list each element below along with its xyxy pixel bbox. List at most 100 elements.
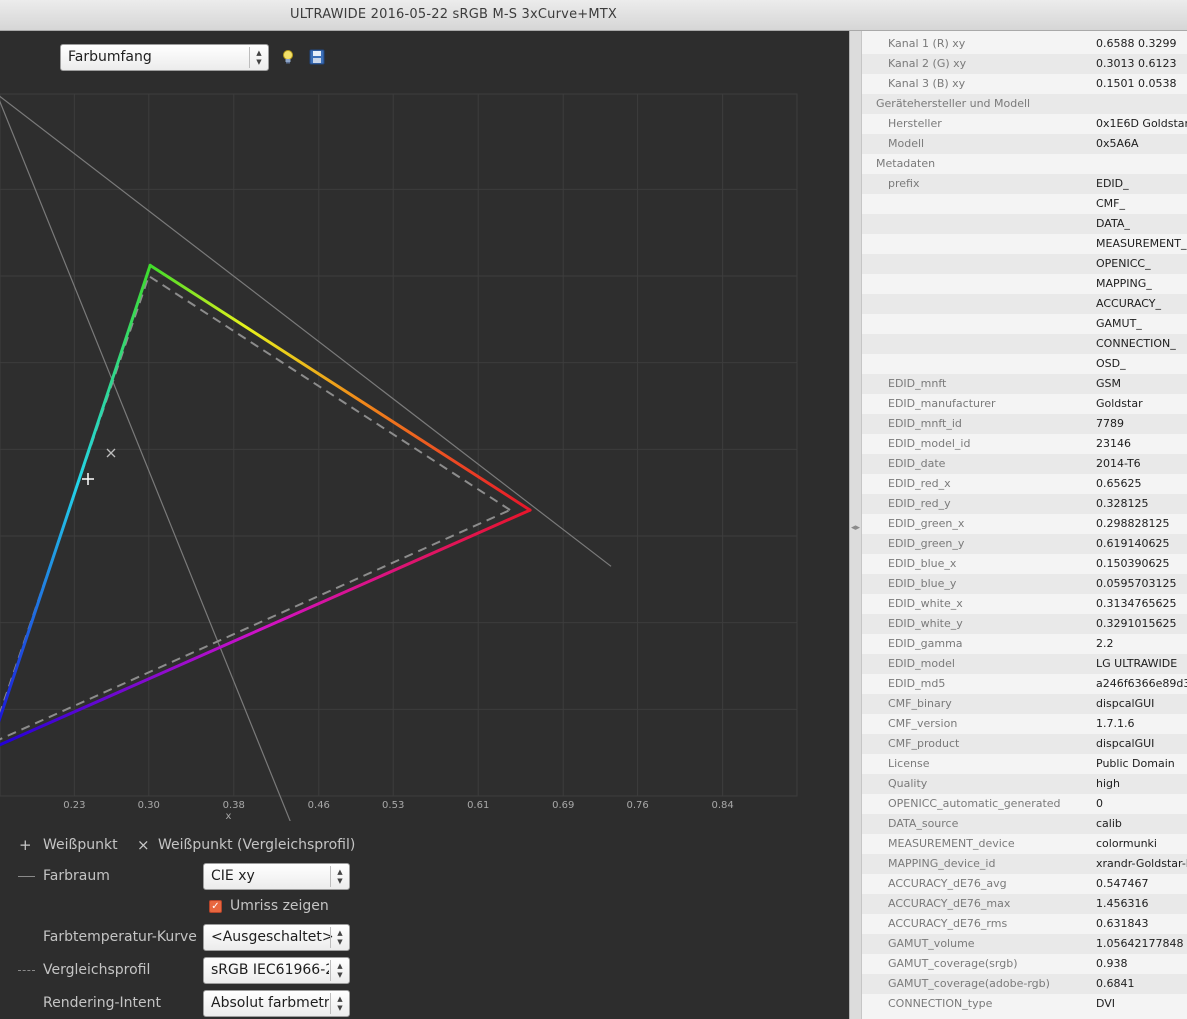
x-axis-label: x <box>226 811 232 821</box>
x-tick-label: 0.61 <box>467 800 489 811</box>
info-key: EDID_blue_x <box>888 557 957 570</box>
info-row[interactable]: EDID_blue_y 0.0595703125 <box>862 574 1187 594</box>
info-row[interactable]: GAMUT_coverage(srgb) 0.938 <box>862 954 1187 974</box>
outline-checkbox[interactable]: ✓ <box>209 900 222 913</box>
info-value: 7789 <box>1096 417 1124 430</box>
info-row[interactable]: EDID_green_x 0.298828125 <box>862 514 1187 534</box>
info-value: 2014-T6 <box>1096 457 1141 470</box>
info-value: 0.0595703125 <box>1096 577 1177 590</box>
info-key: ACCURACY_dE76_avg <box>888 877 1007 890</box>
info-row[interactable]: DATA_source calib <box>862 814 1187 834</box>
info-row[interactable]: EDID_red_y 0.328125 <box>862 494 1187 514</box>
info-row[interactable]: MEASUREMENT_device colormunki <box>862 834 1187 854</box>
rendering-intent-select-value: Absolut farbmetr <box>211 995 329 1011</box>
info-row[interactable]: ACCURACY_dE76_max 1.456316 <box>862 894 1187 914</box>
colorspace-select[interactable]: CIE xy ▲ ▼ <box>203 863 350 890</box>
info-key: GAMUT_volume <box>888 937 975 950</box>
info-row[interactable]: Kanal 1 (R) xy 0.6588 0.3299 <box>862 34 1187 54</box>
info-row[interactable]: CMF_binary dispcalGUI <box>862 694 1187 714</box>
info-row[interactable]: MEASUREMENT_ <box>862 234 1187 254</box>
colorspace-legend-line <box>18 876 35 877</box>
info-row[interactable]: CONNECTION_ <box>862 334 1187 354</box>
info-row[interactable]: EDID_md5 a246f6366e89d3 <box>862 674 1187 694</box>
info-row[interactable]: CMF_ <box>862 194 1187 214</box>
info-row[interactable]: EDID_model LG ULTRAWIDE <box>862 654 1187 674</box>
info-row[interactable]: MAPPING_device_id xrandr-Goldstar-L <box>862 854 1187 874</box>
info-row[interactable]: EDID_white_x 0.3134765625 <box>862 594 1187 614</box>
rendering-intent-select[interactable]: Absolut farbmetr ▲ ▼ <box>203 990 350 1017</box>
info-key: GAMUT_coverage(srgb) <box>888 957 1018 970</box>
info-row[interactable]: License Public Domain <box>862 754 1187 774</box>
info-row[interactable]: EDID_gamma 2.2 <box>862 634 1187 654</box>
info-value: 0.3134765625 <box>1096 597 1177 610</box>
info-row[interactable]: GAMUT_volume 1.05642177848 <box>862 934 1187 954</box>
comparison-legend-dashed-line <box>18 970 35 971</box>
panel-splitter[interactable]: ◂▸ <box>849 31 862 1019</box>
info-row[interactable]: Kanal 2 (G) xy 0.3013 0.6123 <box>862 54 1187 74</box>
info-row[interactable]: ACCURACY_dE76_avg 0.547467 <box>862 874 1187 894</box>
info-row[interactable]: OPENICC_automatic_generated 0 <box>862 794 1187 814</box>
x-tick-label: 0.84 <box>711 800 733 811</box>
info-value: EDID_ <box>1096 177 1129 190</box>
info-value: 0.631843 <box>1096 917 1149 930</box>
info-row[interactable]: prefix EDID_ <box>862 174 1187 194</box>
comparison-profile-select-value: sRGB IEC61966-2. <box>211 962 329 978</box>
info-row[interactable]: EDID_red_x 0.65625 <box>862 474 1187 494</box>
info-row[interactable]: Metadaten <box>862 154 1187 174</box>
info-key: EDID_green_x <box>888 517 965 530</box>
info-value: Goldstar <box>1096 397 1143 410</box>
info-row[interactable]: EDID_green_y 0.619140625 <box>862 534 1187 554</box>
info-key: CMF_version <box>888 717 958 730</box>
info-row[interactable]: EDID_blue_x 0.150390625 <box>862 554 1187 574</box>
info-row[interactable]: ACCURACY_dE76_rms 0.631843 <box>862 914 1187 934</box>
info-key: EDID_mnft <box>888 377 947 390</box>
whitepoint-ref-legend-symbol: × <box>137 836 150 854</box>
info-row[interactable]: EDID_white_y 0.3291015625 <box>862 614 1187 634</box>
info-value: 0.619140625 <box>1096 537 1170 550</box>
info-value: CONNECTION_ <box>1096 337 1176 350</box>
info-row[interactable]: Kanal 3 (B) xy 0.1501 0.0538 <box>862 74 1187 94</box>
info-value: 0 <box>1096 797 1103 810</box>
chevron-updown-icon: ▲ ▼ <box>330 960 349 981</box>
info-value: OSD_ <box>1096 357 1126 370</box>
info-key: EDID_white_x <box>888 597 963 610</box>
info-row[interactable]: EDID_mnft_id 7789 <box>862 414 1187 434</box>
temperature-curve-select[interactable]: <Ausgeschaltet> ▲ ▼ <box>203 924 350 951</box>
info-row[interactable]: Modell 0x5A6A <box>862 134 1187 154</box>
info-value: 0.150390625 <box>1096 557 1170 570</box>
info-value: CMF_ <box>1096 197 1125 210</box>
info-row[interactable]: EDID_mnft GSM <box>862 374 1187 394</box>
temperature-curve-select-value: <Ausgeschaltet> <box>211 929 334 945</box>
info-row[interactable]: CMF_product dispcalGUI <box>862 734 1187 754</box>
info-row[interactable]: GAMUT_ <box>862 314 1187 334</box>
info-row[interactable]: EDID_model_id 23146 <box>862 434 1187 454</box>
info-value: 0.1501 0.0538 <box>1096 77 1177 90</box>
info-value: MEASUREMENT_ <box>1096 237 1187 250</box>
info-key: Hersteller <box>888 117 942 130</box>
info-value: 23146 <box>1096 437 1131 450</box>
chevron-updown-icon: ▲ ▼ <box>330 866 349 887</box>
info-key: Kanal 1 (R) xy <box>888 37 966 50</box>
info-value: GAMUT_ <box>1096 317 1142 330</box>
info-row[interactable]: OPENICC_ <box>862 254 1187 274</box>
info-row[interactable]: OSD_ <box>862 354 1187 374</box>
info-row[interactable]: EDID_date 2014-T6 <box>862 454 1187 474</box>
info-row[interactable]: CONNECTION_type DVI <box>862 994 1187 1014</box>
info-row[interactable]: GAMUT_coverage(adobe-rgb) 0.6841 <box>862 974 1187 994</box>
window-titlebar: ULTRAWIDE 2016-05-22 sRGB M-S 3xCurve+MT… <box>0 0 1187 31</box>
info-key: EDID_md5 <box>888 677 946 690</box>
info-row[interactable]: EDID_manufacturer Goldstar <box>862 394 1187 414</box>
info-row[interactable]: ACCURACY_ <box>862 294 1187 314</box>
info-row[interactable]: Quality high <box>862 774 1187 794</box>
info-value: 0.328125 <box>1096 497 1149 510</box>
info-row[interactable]: Gerätehersteller und Modell <box>862 94 1187 114</box>
info-row[interactable]: MAPPING_ <box>862 274 1187 294</box>
info-key: EDID_model <box>888 657 955 670</box>
comparison-profile-select[interactable]: sRGB IEC61966-2. ▲ ▼ <box>203 957 350 984</box>
info-row[interactable]: CMF_version 1.7.1.6 <box>862 714 1187 734</box>
info-value: 0.6588 0.3299 <box>1096 37 1177 50</box>
info-row[interactable]: Hersteller 0x1E6D Goldstar <box>862 114 1187 134</box>
info-value: 1.456316 <box>1096 897 1149 910</box>
info-row[interactable]: DATA_ <box>862 214 1187 234</box>
x-tick-label: 0.38 <box>223 800 245 811</box>
